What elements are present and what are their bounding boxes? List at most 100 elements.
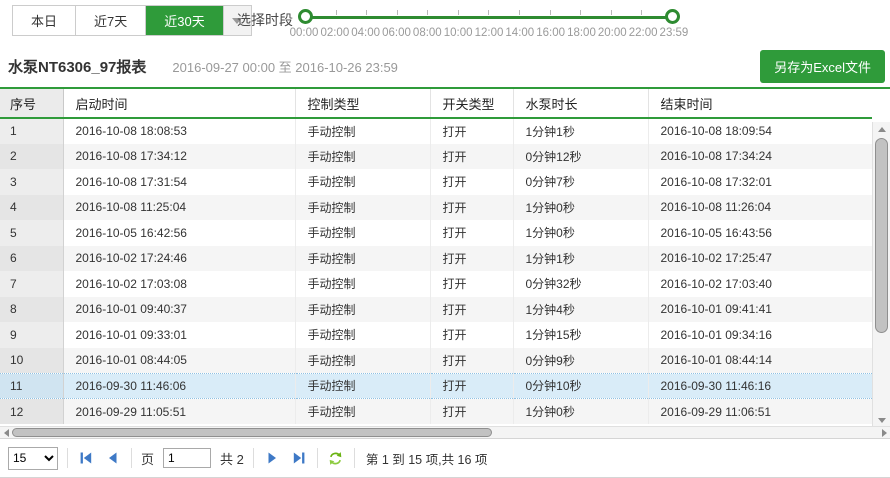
duration-cell: 0分钟9秒: [513, 348, 648, 374]
table-row[interactable]: 5 2016-10-05 16:42:56 手动控制 打开 1分钟0秒 2016…: [0, 220, 872, 246]
range-button-today[interactable]: 本日: [13, 6, 76, 35]
row-index-cell: 1: [0, 118, 63, 144]
duration-cell: 1分钟4秒: [513, 297, 648, 323]
end-time-cell: 2016-10-08 11:26:04: [648, 195, 872, 221]
start-time-cell: 2016-10-05 16:42:56: [63, 220, 295, 246]
next-page-button[interactable]: [263, 449, 281, 467]
horizontal-scrollbar[interactable]: [0, 426, 890, 438]
start-time-cell: 2016-10-01 08:44:05: [63, 348, 295, 374]
start-time-cell: 2016-09-29 11:05:51: [63, 399, 295, 425]
control-type-cell: 手动控制: [295, 169, 430, 195]
end-time-cell: 2016-10-08 17:34:24: [648, 144, 872, 170]
range-button-30days[interactable]: 近30天: [146, 6, 223, 35]
page-size-select[interactable]: 15: [8, 447, 58, 470]
table-row[interactable]: 8 2016-10-01 09:40:37 手动控制 打开 1分钟4秒 2016…: [0, 297, 872, 323]
end-time-cell: 2016-09-29 11:06:51: [648, 399, 872, 425]
report-table-container: 序号 启动时间 控制类型 开关类型 水泵时长 结束时间 1 2016-10-08…: [0, 87, 890, 438]
first-page-button[interactable]: [77, 449, 95, 467]
switch-type-cell: 打开: [430, 220, 513, 246]
start-time-cell: 2016-10-08 18:08:53: [63, 118, 295, 144]
control-type-cell: 手动控制: [295, 399, 430, 425]
last-page-icon: [291, 450, 307, 466]
end-time-cell: 2016-10-01 09:34:16: [648, 322, 872, 348]
scroll-up-icon[interactable]: [873, 122, 890, 137]
scroll-left-icon[interactable]: [0, 427, 12, 439]
row-index-cell: 12: [0, 399, 63, 425]
horizontal-scrollbar-thumb[interactable]: [12, 428, 492, 437]
start-time-cell: 2016-10-08 11:25:04: [63, 195, 295, 221]
control-type-cell: 手动控制: [295, 195, 430, 221]
table-row[interactable]: 4 2016-10-08 11:25:04 手动控制 打开 1分钟0秒 2016…: [0, 195, 872, 221]
toolbar: 本日 近7天 近30天 选择时段 00:0002:00 04:0006:00 0…: [0, 0, 890, 46]
table-row[interactable]: 1 2016-10-08 18:08:53 手动控制 打开 1分钟1秒 2016…: [0, 118, 872, 144]
last-page-button[interactable]: [290, 449, 308, 467]
report-table: 序号 启动时间 控制类型 开关类型 水泵时长 结束时间 1 2016-10-08…: [0, 89, 872, 424]
control-type-cell: 手动控制: [295, 322, 430, 348]
end-time-cell: 2016-10-05 16:43:56: [648, 220, 872, 246]
control-type-cell: 手动控制: [295, 271, 430, 297]
table-row[interactable]: 2 2016-10-08 17:34:12 手动控制 打开 0分钟12秒 201…: [0, 144, 872, 170]
refresh-button[interactable]: [327, 449, 345, 467]
table-row[interactable]: 6 2016-10-02 17:24:46 手动控制 打开 1分钟1秒 2016…: [0, 246, 872, 272]
pager: 15 页 共 2 第 1 到 15 项,共 16 项: [0, 438, 890, 478]
column-header-duration[interactable]: 水泵时长: [513, 89, 648, 118]
table-row[interactable]: 12 2016-09-29 11:05:51 手动控制 打开 1分钟0秒 201…: [0, 399, 872, 425]
switch-type-cell: 打开: [430, 195, 513, 221]
slider-tickmarks: [305, 10, 673, 15]
control-type-cell: 手动控制: [295, 144, 430, 170]
row-index-cell: 4: [0, 195, 63, 221]
row-index-cell: 6: [0, 246, 63, 272]
pager-separator: [253, 448, 254, 468]
end-time-cell: 2016-10-01 08:44:14: [648, 348, 872, 374]
start-time-cell: 2016-10-02 17:03:08: [63, 271, 295, 297]
row-index-cell: 2: [0, 144, 63, 170]
page-label: 页: [141, 449, 154, 468]
switch-type-cell: 打开: [430, 399, 513, 425]
switch-type-cell: 打开: [430, 348, 513, 374]
slider-handle-end[interactable]: [665, 9, 680, 24]
next-page-icon: [264, 450, 280, 466]
switch-type-cell: 打开: [430, 144, 513, 170]
vertical-scrollbar-thumb[interactable]: [875, 138, 888, 333]
slider-handle-start[interactable]: [298, 9, 313, 24]
end-time-cell: 2016-10-01 09:41:41: [648, 297, 872, 323]
table-row[interactable]: 10 2016-10-01 08:44:05 手动控制 打开 0分钟9秒 201…: [0, 348, 872, 374]
switch-type-cell: 打开: [430, 169, 513, 195]
table-row[interactable]: 11 2016-09-30 11:46:06 手动控制 打开 0分钟10秒 20…: [0, 373, 872, 399]
column-header-switch-type[interactable]: 开关类型: [430, 89, 513, 118]
start-time-cell: 2016-10-01 09:33:01: [63, 322, 295, 348]
export-excel-button[interactable]: 另存为Excel文件: [760, 50, 885, 83]
duration-cell: 1分钟1秒: [513, 118, 648, 144]
scroll-right-icon[interactable]: [878, 427, 890, 439]
end-time-cell: 2016-10-02 17:25:47: [648, 246, 872, 272]
first-page-icon: [78, 450, 94, 466]
time-slider-track[interactable]: [305, 16, 673, 19]
duration-cell: 0分钟12秒: [513, 144, 648, 170]
column-header-index[interactable]: 序号: [0, 89, 63, 118]
table-header-row: 序号 启动时间 控制类型 开关类型 水泵时长 结束时间: [0, 89, 872, 118]
column-header-end-time[interactable]: 结束时间: [648, 89, 872, 118]
range-button-7days[interactable]: 近7天: [76, 6, 146, 35]
prev-page-button[interactable]: [104, 449, 122, 467]
switch-type-cell: 打开: [430, 271, 513, 297]
row-index-cell: 8: [0, 297, 63, 323]
prev-page-icon: [105, 450, 121, 466]
column-header-control-type[interactable]: 控制类型: [295, 89, 430, 118]
control-type-cell: 手动控制: [295, 348, 430, 374]
duration-cell: 1分钟0秒: [513, 399, 648, 425]
switch-type-cell: 打开: [430, 297, 513, 323]
page-title: 水泵NT6306_97报表: [8, 56, 146, 77]
duration-cell: 0分钟7秒: [513, 169, 648, 195]
table-row[interactable]: 3 2016-10-08 17:31:54 手动控制 打开 0分钟7秒 2016…: [0, 169, 872, 195]
vertical-scrollbar[interactable]: [872, 122, 890, 428]
row-index-cell: 7: [0, 271, 63, 297]
row-index-cell: 10: [0, 348, 63, 374]
page-number-input[interactable]: [163, 448, 211, 468]
table-row[interactable]: 9 2016-10-01 09:33:01 手动控制 打开 1分钟15秒 201…: [0, 322, 872, 348]
table-row[interactable]: 7 2016-10-02 17:03:08 手动控制 打开 0分钟32秒 201…: [0, 271, 872, 297]
column-header-start-time[interactable]: 启动时间: [63, 89, 295, 118]
report-date-range: 2016-09-27 00:00 至 2016-10-26 23:59: [172, 57, 398, 76]
row-index-cell: 3: [0, 169, 63, 195]
date-range-button-group: 本日 近7天 近30天: [12, 5, 252, 36]
pager-separator: [317, 448, 318, 468]
